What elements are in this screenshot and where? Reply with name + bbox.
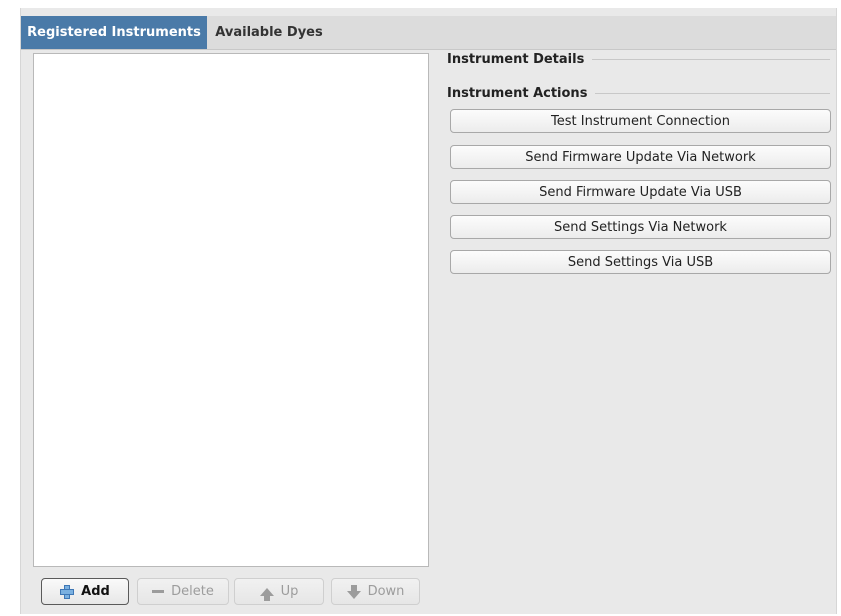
instrument-actions-section: Instrument Actions [447,86,830,101]
add-button-label: Add [81,584,110,599]
instrument-list[interactable] [33,53,429,567]
instrument-actions-title: Instrument Actions [447,86,588,101]
divider [595,93,830,94]
send-firmware-usb-button[interactable]: Send Firmware Update Via USB [450,180,831,204]
send-settings-usb-button[interactable]: Send Settings Via USB [450,250,831,274]
send-firmware-network-button[interactable]: Send Firmware Update Via Network [450,145,831,169]
tab-bar: Registered Instruments Available Dyes [21,16,836,50]
delete-button[interactable]: Delete [137,578,229,605]
up-button-label: Up [280,584,299,599]
tab-available-dyes[interactable]: Available Dyes [207,16,331,49]
down-button-label: Down [367,584,405,599]
tab-registered-instruments[interactable]: Registered Instruments [21,16,207,49]
delete-button-label: Delete [171,584,214,599]
add-button[interactable]: Add [41,578,129,605]
instrument-manager-window: Registered Instruments Available Dyes Ad… [20,8,837,614]
minus-icon [152,590,165,593]
up-arrow-icon [259,587,274,601]
divider [592,59,830,60]
down-arrow-icon [346,584,361,599]
up-button[interactable]: Up [234,578,324,605]
instrument-details-title: Instrument Details [447,52,585,67]
instrument-details-section: Instrument Details [447,52,830,67]
send-settings-network-button[interactable]: Send Settings Via Network [450,215,831,239]
plus-icon [60,584,75,599]
down-button[interactable]: Down [331,578,420,605]
test-instrument-connection-button[interactable]: Test Instrument Connection [450,109,831,133]
